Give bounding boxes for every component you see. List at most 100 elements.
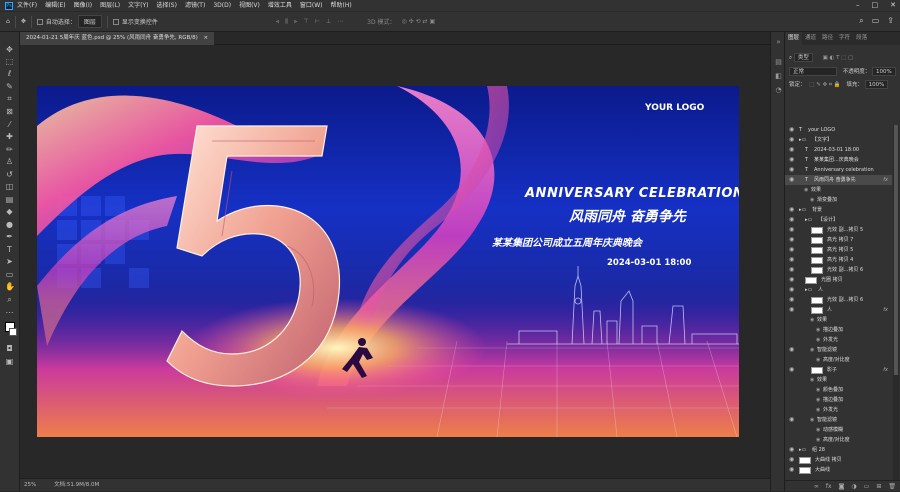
visibility-eye-icon[interactable]: ◉ bbox=[789, 205, 794, 215]
effect-eye-icon[interactable]: ◉ bbox=[810, 315, 814, 325]
menu-file[interactable]: 文件(F) bbox=[17, 0, 37, 11]
effect-eye-icon[interactable]: ◉ bbox=[816, 335, 820, 345]
layer-row[interactable]: ◉ ▸▭ 背景 bbox=[785, 205, 892, 215]
move-icon[interactable]: ✥ bbox=[5, 45, 14, 54]
layer-row[interactable]: ◉ 高度/对比度 bbox=[785, 355, 892, 365]
layer-row[interactable]: ◉ ◉ 智能滤镜 bbox=[785, 345, 892, 355]
close-tab-icon[interactable]: × bbox=[204, 35, 209, 41]
effect-eye-icon[interactable]: ◉ bbox=[816, 435, 820, 445]
layer-row[interactable]: ◉ 人 fx bbox=[785, 305, 892, 315]
visibility-eye-icon[interactable]: ◉ bbox=[789, 165, 794, 175]
filter-icons[interactable]: ▣ ◐ T ⬚ ▢ bbox=[823, 55, 854, 61]
link-layers-icon[interactable]: ∞ bbox=[814, 481, 819, 491]
blend-mode-dropdown[interactable]: 正常 bbox=[789, 67, 837, 76]
folder-icon[interactable]: ▸▭ bbox=[799, 135, 806, 145]
visibility-eye-icon[interactable]: ◉ bbox=[789, 135, 794, 145]
transform-controls-checkbox[interactable] bbox=[112, 18, 119, 25]
effect-eye-icon[interactable]: ◉ bbox=[816, 425, 820, 435]
fill-input[interactable]: 100% bbox=[864, 80, 889, 89]
maximize-button[interactable]: □ bbox=[872, 0, 879, 11]
workspace-icon[interactable]: ▭ bbox=[872, 16, 880, 26]
background-color-swatch[interactable] bbox=[9, 328, 17, 336]
visibility-eye-icon[interactable]: ◉ bbox=[789, 125, 794, 135]
align-center-icon[interactable]: ⫼ bbox=[285, 18, 288, 26]
layer-row[interactable]: ◉ 效果 bbox=[785, 185, 892, 195]
add-mask-icon[interactable]: ◙ bbox=[839, 481, 845, 491]
more-tools-icon[interactable]: ⋯ bbox=[5, 308, 14, 317]
document-size[interactable]: 文档:51.9M/8.0M bbox=[54, 479, 99, 491]
layer-row[interactable]: ◉ T 某某集团...庆典晚会 bbox=[785, 155, 892, 165]
effect-eye-icon[interactable]: ◉ bbox=[810, 375, 814, 385]
layer-row[interactable]: ◉ 影子 fx bbox=[785, 365, 892, 375]
delete-layer-icon[interactable]: 🗑 bbox=[888, 481, 896, 491]
menu-layer[interactable]: 图层(L) bbox=[100, 0, 120, 11]
history-brush-icon[interactable]: ↺ bbox=[5, 170, 14, 179]
visibility-eye-icon[interactable]: ◉ bbox=[789, 465, 794, 475]
layer-row[interactable]: ◉ ▸▭ 【设计】 bbox=[785, 215, 892, 225]
blur-icon[interactable]: ◆ bbox=[5, 207, 14, 216]
tab-character[interactable]: 字符 bbox=[836, 32, 853, 45]
effect-eye-icon[interactable]: ◉ bbox=[810, 195, 814, 205]
marquee-icon[interactable]: ⬚ bbox=[5, 57, 14, 66]
document-tab[interactable]: 2024-01-21 5周年庆 蓝色.psd @ 25% (风雨同舟 奋勇争先,… bbox=[20, 32, 215, 45]
layer-row[interactable]: ◉ 颜色叠加 bbox=[785, 385, 892, 395]
menu-help[interactable]: 帮助(H) bbox=[331, 0, 352, 11]
effect-eye-icon[interactable]: ◉ bbox=[816, 385, 820, 395]
menu-plugins[interactable]: 增效工具 bbox=[268, 0, 292, 11]
3d-mode-icons[interactable]: ◎ ✣ ⟲ ⇄ ▣ bbox=[402, 18, 436, 25]
share-icon[interactable]: ⇪ bbox=[887, 16, 894, 26]
new-layer-icon[interactable]: ⊞ bbox=[876, 481, 881, 491]
effect-eye-icon[interactable]: ◉ bbox=[816, 405, 820, 415]
layer-row[interactable]: ◉ 高光 拷贝 5 bbox=[785, 245, 892, 255]
eraser-icon[interactable]: ◫ bbox=[5, 182, 14, 191]
visibility-eye-icon[interactable]: ◉ bbox=[789, 145, 794, 155]
adjustments-panel-icon[interactable]: ◔ bbox=[774, 86, 783, 94]
tab-layers[interactable]: 图层 bbox=[785, 32, 803, 45]
minimize-button[interactable]: – bbox=[856, 0, 860, 11]
new-group-icon[interactable]: ▭ bbox=[864, 481, 870, 491]
align-left-icon[interactable]: ⫷ bbox=[276, 18, 279, 26]
zoom-icon[interactable]: ⌕ bbox=[5, 295, 14, 304]
history-panel-icon[interactable]: ▤ bbox=[774, 58, 783, 66]
layer-row[interactable]: ◉ 效果 bbox=[785, 375, 892, 385]
effect-eye-icon[interactable]: ◉ bbox=[804, 185, 808, 195]
layer-row[interactable]: ◉ 渐变叠加 bbox=[785, 195, 892, 205]
frame-icon[interactable]: ⊠ bbox=[5, 107, 14, 116]
layer-row[interactable]: ◉ 高光 拷贝 4 bbox=[785, 255, 892, 265]
brush-icon[interactable]: ✏ bbox=[5, 145, 14, 154]
lasso-icon[interactable]: ℓ bbox=[5, 69, 14, 78]
layer-row[interactable]: ◉ Tyour LOGO bbox=[785, 125, 892, 135]
home-icon[interactable]: ⌂ bbox=[6, 18, 10, 25]
layer-row[interactable]: ◉ ▸▭ 【文字】 bbox=[785, 135, 892, 145]
layer-row[interactable]: ◉ 光效 副...拷贝 5 bbox=[785, 225, 892, 235]
visibility-eye-icon[interactable]: ◉ bbox=[789, 285, 794, 295]
scrollbar-thumb[interactable] bbox=[894, 125, 898, 375]
menu-filter[interactable]: 滤镜(T) bbox=[185, 0, 205, 11]
visibility-eye-icon[interactable]: ◉ bbox=[789, 245, 794, 255]
lock-icons[interactable]: ⬚ ✎ ✥ ⌗ 🔒 bbox=[809, 82, 840, 88]
layer-row[interactable]: ◉ 描边叠加 bbox=[785, 395, 892, 405]
move-tool-preset-icon[interactable]: ✥ bbox=[21, 18, 26, 25]
adjustment-layer-icon[interactable]: ◑ bbox=[851, 481, 856, 491]
tab-paragraph[interactable]: 段落 bbox=[853, 32, 870, 45]
visibility-eye-icon[interactable]: ◉ bbox=[789, 345, 794, 355]
effect-eye-icon[interactable]: ◉ bbox=[810, 345, 814, 355]
document-canvas[interactable]: YOUR LOGO ANNIVERSARY CELEBRATION 风雨同舟 奋… bbox=[37, 86, 739, 437]
screen-mode-icon[interactable]: ▣ bbox=[5, 357, 14, 366]
visibility-eye-icon[interactable]: ◉ bbox=[789, 175, 794, 185]
quick-mask-icon[interactable]: ◘ bbox=[5, 344, 14, 353]
menu-edit[interactable]: 编辑(E) bbox=[45, 0, 65, 11]
menu-type[interactable]: 文字(Y) bbox=[128, 0, 148, 11]
layer-row[interactable]: ◉ 高光 拷贝 7 bbox=[785, 235, 892, 245]
properties-panel-icon[interactable]: ◧ bbox=[774, 72, 783, 80]
folder-icon[interactable]: ▸▭ bbox=[799, 205, 806, 215]
layer-row[interactable]: ◉ ▸▭ 组 28 bbox=[785, 445, 892, 455]
layer-row[interactable]: ◉ 光效 副...拷贝 6 bbox=[785, 265, 892, 275]
auto-select-checkbox[interactable] bbox=[36, 18, 43, 25]
visibility-eye-icon[interactable]: ◉ bbox=[789, 445, 794, 455]
layer-row[interactable]: ◉ 外发光 bbox=[785, 335, 892, 345]
effect-eye-icon[interactable]: ◉ bbox=[816, 395, 820, 405]
layer-filter-kind[interactable]: 类型 bbox=[793, 53, 813, 62]
layer-row[interactable]: ◉ ◉ 智能滤镜 bbox=[785, 415, 892, 425]
type-icon[interactable]: T bbox=[5, 245, 14, 254]
